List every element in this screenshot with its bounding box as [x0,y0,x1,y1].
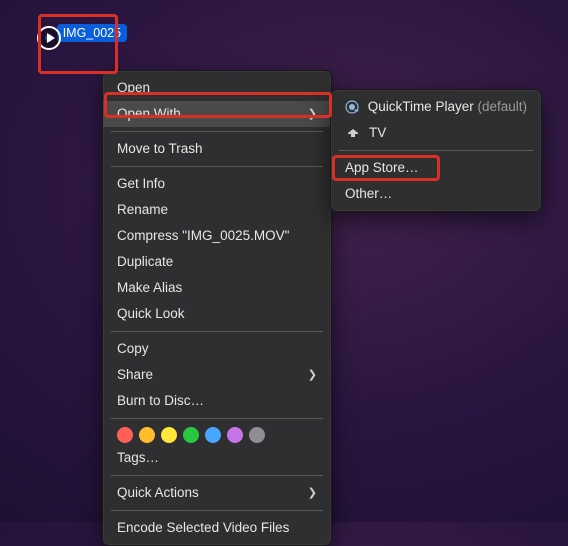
menu-label: App Store… [345,159,527,177]
menu-label: Share [117,366,308,384]
menu-separator [111,166,323,167]
menu-item-open[interactable]: Open [103,75,331,101]
tag-dot-red[interactable] [117,427,133,443]
file-name-text: IMG_0025 [63,26,121,40]
menu-label: TV [369,124,527,142]
menu-label: Make Alias [117,279,317,297]
play-icon [37,26,61,50]
menu-item-compress[interactable]: Compress "IMG_0025.MOV" [103,223,331,249]
menu-label: Open With [117,105,308,123]
chevron-right-icon: ❯ [308,484,317,502]
menu-label: Get Info [117,175,317,193]
submenu-item-app-store[interactable]: App Store… [331,155,541,181]
menu-item-rename[interactable]: Rename [103,197,331,223]
submenu-item-quicktime[interactable]: QuickTime Player (default) [331,94,541,120]
submenu-item-other[interactable]: Other… [331,181,541,207]
menu-label: Burn to Disc… [117,392,317,410]
submenu-quicktime-suffix: (default) [474,99,527,114]
menu-label: Move to Trash [117,140,317,158]
chevron-right-icon: ❯ [308,105,317,123]
context-menu: Open Open With ❯ Move to Trash Get Info … [102,70,332,546]
submenu-quicktime-name: QuickTime Player [368,99,474,114]
menu-item-encode[interactable]: Encode Selected Video Files [103,515,331,541]
menu-label: Compress "IMG_0025.MOV" [117,227,317,245]
menu-separator [111,331,323,332]
menu-label: QuickTime Player (default) [368,98,527,116]
file-thumbnail [45,34,53,42]
file-label: IMG_0025 [57,24,127,42]
chevron-right-icon: ❯ [308,366,317,384]
menu-separator [111,475,323,476]
menu-label: Open [117,79,317,97]
menu-item-share[interactable]: Share ❯ [103,362,331,388]
tv-icon [345,125,361,141]
menu-separator [111,131,323,132]
menu-item-copy[interactable]: Copy [103,336,331,362]
menu-label: Rename [117,201,317,219]
tag-dot-gray[interactable] [249,427,265,443]
menu-item-burn-to-disc[interactable]: Burn to Disc… [103,388,331,414]
menu-label: Quick Actions [117,484,308,502]
open-with-submenu: QuickTime Player (default) TV App Store…… [330,89,542,212]
tag-dot-blue[interactable] [205,427,221,443]
tag-dot-yellow[interactable] [161,427,177,443]
menu-item-open-with[interactable]: Open With ❯ [103,101,331,127]
tag-color-row [103,423,331,445]
menu-item-duplicate[interactable]: Duplicate [103,249,331,275]
menu-item-make-alias[interactable]: Make Alias [103,275,331,301]
menu-label: Tags… [117,449,317,467]
menu-item-tags[interactable]: Tags… [103,445,331,471]
menu-label: Quick Look [117,305,317,323]
quicktime-icon [345,99,360,115]
tag-dot-purple[interactable] [227,427,243,443]
menu-label: Copy [117,340,317,358]
menu-label: Other… [345,185,527,203]
menu-separator [111,510,323,511]
submenu-item-tv[interactable]: TV [331,120,541,146]
menu-item-get-info[interactable]: Get Info [103,171,331,197]
menu-label: Duplicate [117,253,317,271]
menu-item-move-to-trash[interactable]: Move to Trash [103,136,331,162]
menu-separator [339,150,533,151]
tag-dot-green[interactable] [183,427,199,443]
desktop-file[interactable]: IMG_0025 [42,18,130,45]
tag-dot-orange[interactable] [139,427,155,443]
menu-item-quick-actions[interactable]: Quick Actions ❯ [103,480,331,506]
menu-item-quick-look[interactable]: Quick Look [103,301,331,327]
menu-separator [111,418,323,419]
